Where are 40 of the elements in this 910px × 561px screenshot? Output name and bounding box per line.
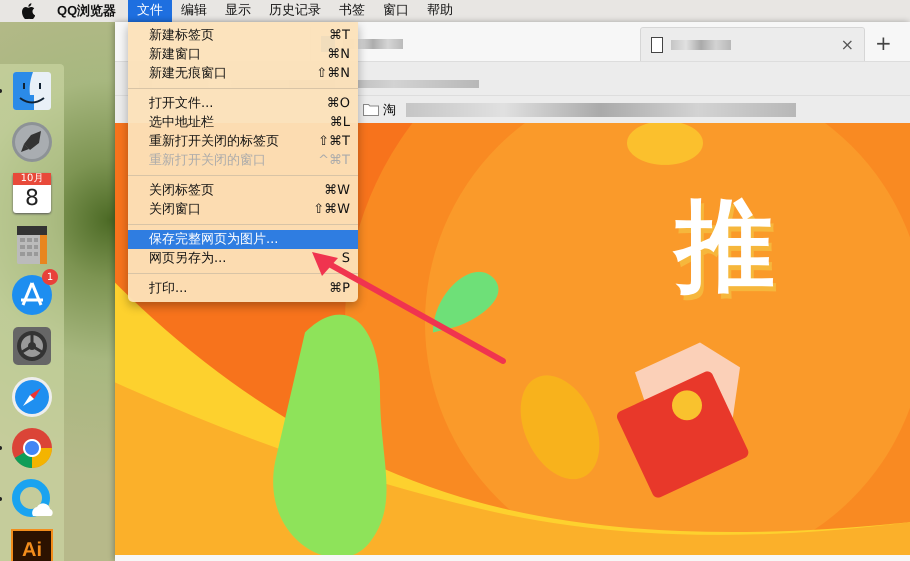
close-tab-button[interactable]: × (840, 35, 854, 54)
menu-bar-item[interactable]: 帮助 (418, 0, 462, 22)
menu-item[interactable]: 新建无痕窗口 ⇧⌘N (128, 64, 358, 83)
menu-item[interactable]: 关闭标签页 ⌘W (128, 181, 358, 200)
browser-logo-icon[interactable] (11, 427, 53, 469)
finder-icon[interactable] (11, 70, 53, 112)
banner-headline: 推 (675, 183, 783, 316)
rocket-icon[interactable] (11, 121, 53, 163)
folder-icon (363, 103, 379, 116)
calendar-month: 10月 (13, 173, 51, 185)
browser-tab[interactable]: × (640, 27, 865, 61)
app-store-icon[interactable] (11, 274, 53, 316)
menu-item[interactable]: 打印... ⌘P (128, 279, 358, 298)
menu-bar-item[interactable]: 历史记录 (260, 0, 330, 22)
menu-item[interactable]: 关闭窗口 ⇧⌘W (128, 200, 358, 219)
app-menu[interactable]: QQ浏览器 (57, 2, 116, 20)
menu-item[interactable]: 重新打开关闭的标签页 ⇧⌘T (128, 132, 358, 151)
blurred-tab-title (671, 40, 731, 50)
new-tab-button[interactable]: + (875, 31, 892, 61)
icon-letters: Ai (22, 538, 42, 561)
menu-item[interactable]: 打开文件... ⌘O (128, 94, 358, 113)
menu-item[interactable]: 网页另存为... S (128, 249, 358, 268)
bookmark-item[interactable]: 淘 (383, 100, 396, 118)
leaf-shape (433, 272, 498, 333)
menu-bar-item[interactable]: 文件 (128, 0, 172, 22)
menu-bar-item[interactable]: 书签 (330, 0, 374, 22)
illustrator-icon[interactable]: Ai (11, 529, 53, 561)
apple-icon[interactable] (21, 3, 35, 19)
calendar-icon[interactable]: 10月 8 (13, 173, 51, 213)
menu-item[interactable]: 选中地址栏 ⌘L (128, 113, 358, 132)
gear-icon[interactable] (11, 325, 53, 367)
menu-bar-item[interactable]: 窗口 (374, 0, 418, 22)
menu-item[interactable]: 保存完整网页为图片... (128, 230, 358, 249)
calendar-day: 8 (25, 185, 39, 212)
menu-item[interactable]: 新建窗口 ⌘N (128, 45, 358, 64)
menu-bar-item[interactable]: 显示 (216, 0, 260, 22)
compass-icon[interactable] (11, 376, 53, 418)
qq-browser-icon[interactable] (11, 478, 53, 520)
menu-bar-item[interactable]: 编辑 (172, 0, 216, 22)
menu-item[interactable]: 新建标签页 ⌘T (128, 26, 358, 45)
